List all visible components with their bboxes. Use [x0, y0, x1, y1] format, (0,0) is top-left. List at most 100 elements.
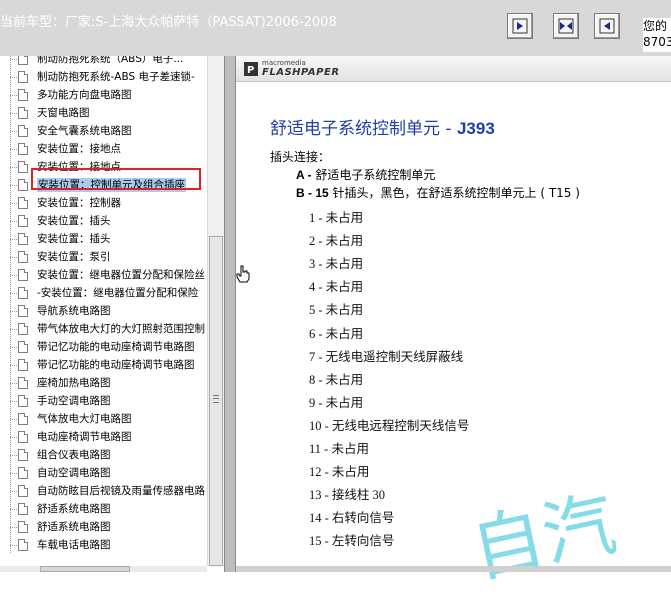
tree-connector: [10, 203, 18, 204]
tree-item[interactable]: 安装位置：接地点: [0, 140, 207, 158]
tree-item-label: 安装位置：插头: [37, 233, 111, 245]
tree-item-label: 安装位置：泵引: [37, 251, 111, 263]
tree-item-label: 自动防眩目后视镜及雨量传感器电路: [37, 485, 205, 497]
tree-item-label: 舒适系统电路图: [37, 521, 111, 533]
document-icon: [18, 197, 28, 209]
tree-item[interactable]: 舒适系统电路图: [0, 500, 207, 518]
tree-item-label: 导航系统电路图: [37, 305, 111, 317]
pin-entry: 13 - 接线柱 30: [309, 488, 386, 503]
tree-item[interactable]: 安装位置：插头: [0, 230, 207, 248]
brand-top: macromedia: [262, 59, 306, 67]
tree-item[interactable]: 带记忆功能的电动座椅调节电路图: [0, 356, 207, 374]
document-icon: [18, 539, 28, 551]
tree-item[interactable]: 自动防眩目后视镜及雨量传感器电路: [0, 482, 207, 500]
tree-item-label: 制动防抱死系统（ABS）电子...: [37, 56, 184, 65]
document-icon: [18, 56, 28, 65]
document-icon: [18, 485, 28, 497]
tree-connector: [10, 329, 18, 330]
tree-connector: [10, 383, 18, 384]
tree-item-label: -安装位置：继电器位置分配和保险: [37, 287, 199, 299]
tree-connector: [10, 509, 18, 510]
selection-highlight-box: [31, 168, 201, 190]
tree-item[interactable]: 制动防抱死系统-ABS 电子差速锁-: [0, 68, 207, 86]
next-page-icon: [599, 18, 615, 34]
tree-connector: [10, 59, 18, 60]
tree-item[interactable]: 自动空调电路图: [0, 464, 207, 482]
pin-entry: 12 - 未占用: [309, 465, 370, 480]
pin-entry: 15 - 左转向信号: [309, 534, 395, 549]
plug-b-key: B - 15: [296, 186, 329, 200]
svg-text:P: P: [247, 65, 254, 76]
tree-item[interactable]: 组合仪表电路图: [0, 446, 207, 464]
tree-item[interactable]: 带气体放电大灯的大灯照射范围控制: [0, 320, 207, 338]
vehicle-title: 当前车型：厂家:S-上海大众帕萨特（PASSAT)2006-2008: [0, 15, 337, 30]
pin-entry: 5 - 未占用: [309, 303, 364, 318]
tree-item[interactable]: 舒适系统电路图: [0, 518, 207, 536]
tree-connector: [10, 257, 18, 258]
tree-item-label: 车载电话电路图: [37, 539, 111, 551]
document-icon: [18, 503, 28, 515]
pin-entry: 1 - 未占用: [309, 211, 364, 225]
tree-connector: [10, 491, 18, 492]
document-icon: [18, 215, 28, 227]
tree-vertical-scrollbar[interactable]: [207, 56, 225, 566]
document-icon: [18, 89, 28, 101]
tree-item[interactable]: 电动座椅调节电路图: [0, 428, 207, 446]
tree-connector: [10, 221, 18, 222]
user-info-line1: 您的: [643, 19, 668, 33]
pin-entry: 6 - 未占用: [309, 326, 364, 341]
hand-cursor-icon: [236, 265, 250, 283]
tree-item[interactable]: 座椅加热电路图: [0, 374, 207, 392]
prev-page-button[interactable]: [507, 13, 533, 39]
tree-item[interactable]: 安装位置：继电器位置分配和保险丝: [0, 266, 207, 284]
tree-connector: [10, 437, 18, 438]
tree-item-label: 气体放电大灯电路图: [37, 413, 132, 425]
tree-hscroll-thumb[interactable]: [40, 566, 130, 572]
tree-horizontal-scrollbar[interactable]: [0, 566, 207, 572]
document-icon: [18, 107, 28, 119]
tree-item-label: 安装位置：控制器: [37, 197, 121, 209]
tree-item-label: 安装位置：继电器位置分配和保险丝: [37, 269, 205, 281]
tree-connector: [10, 527, 18, 528]
pin-entry: 4 - 未占用: [309, 280, 364, 295]
tree-item-label: 手动空调电路图: [37, 395, 111, 407]
pane-splitter[interactable]: [224, 56, 236, 572]
tree-item[interactable]: 安装位置：插头: [0, 212, 207, 230]
next-page-button[interactable]: [594, 13, 620, 39]
tree-item[interactable]: -安装位置：继电器位置分配和保险: [0, 284, 207, 302]
tree-connector: [10, 77, 18, 78]
tree-connector: [10, 167, 18, 168]
pin-entry: 2 - 未占用: [309, 234, 364, 249]
plug-a: A - 舒适电子系统控制单元: [296, 166, 435, 183]
pin-entry: 7 - 无线电遥控制天线屏蔽线: [309, 349, 464, 364]
fit-page-button[interactable]: [553, 13, 579, 39]
document-icon: [18, 251, 28, 263]
document-icon: [18, 413, 28, 425]
tree-item[interactable]: 导航系统电路图: [0, 302, 207, 320]
tree-item[interactable]: 手动空调电路图: [0, 392, 207, 410]
tree-item[interactable]: 制动防抱死系统（ABS）电子...: [0, 56, 207, 68]
tree-connector: [10, 185, 18, 186]
tree-item[interactable]: 车载电话电路图: [0, 536, 207, 554]
tree-item[interactable]: 带记忆功能的电动座椅调节电路图: [0, 338, 207, 356]
tree-item[interactable]: 天窗电路图: [0, 104, 207, 122]
tree-item[interactable]: 气体放电大灯电路图: [0, 410, 207, 428]
tree-item-label: 舒适系统电路图: [37, 503, 111, 515]
user-info: 您的 8703: [643, 18, 671, 52]
tree-connector: [10, 419, 18, 420]
tree-item[interactable]: 多功能方向盘电路图: [0, 86, 207, 104]
tree-scroll-thumb[interactable]: [209, 236, 223, 566]
tree-item[interactable]: 安全气囊系统电路图: [0, 122, 207, 140]
document-icon: [18, 269, 28, 281]
document-icon: [18, 359, 28, 371]
tree-item[interactable]: 安装位置：泵引: [0, 248, 207, 266]
tree-item-label: 安全气囊系统电路图: [37, 125, 132, 137]
tree-connector: [10, 311, 18, 312]
plug-label: 插头连接：: [270, 150, 331, 164]
tree-item-label: 带气体放电大灯的大灯照射范围控制: [37, 323, 205, 335]
document-icon: [18, 467, 28, 479]
document-icon: [18, 71, 28, 83]
tree-item[interactable]: 安装位置：控制器: [0, 194, 207, 212]
tree-connector: [10, 545, 18, 546]
pin-entry: 9 - 未占用: [309, 395, 364, 410]
